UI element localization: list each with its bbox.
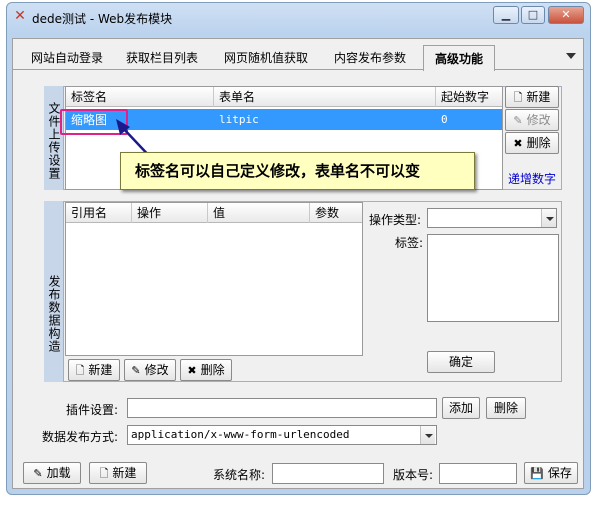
tab-random-value[interactable]: 网页随机值获取 <box>214 47 318 70</box>
save-button[interactable]: 💾 保存 <box>524 462 578 484</box>
cell-start-number[interactable]: 0 <box>436 110 502 130</box>
data-method-label: 数据发布方式: <box>42 430 119 444</box>
chevron-down-icon[interactable] <box>420 426 435 444</box>
edit-icon: ✎ <box>33 467 43 480</box>
publish-grid[interactable] <box>65 202 363 356</box>
plugin-delete-button[interactable]: 删除 <box>486 397 526 419</box>
version-input[interactable] <box>439 463 517 484</box>
op-type-label: 操作类型: <box>369 213 422 227</box>
publish-delete-label: 删除 <box>200 363 225 377</box>
col-ref-name[interactable]: 引用名 <box>66 203 132 223</box>
publish-edit-button[interactable]: ✎ 修改 <box>124 359 176 381</box>
publish-new-label: 新建 <box>88 363 113 377</box>
maximize-button[interactable]: □ <box>521 6 545 24</box>
footer-new-label: 新建 <box>112 466 137 480</box>
col-value[interactable]: 值 <box>208 203 310 223</box>
plugin-label: 插件设置: <box>66 403 119 417</box>
chevron-down-icon[interactable] <box>541 209 556 227</box>
tab-column-list[interactable]: 获取栏目列表 <box>118 47 206 70</box>
col-tag-name[interactable]: 标签名 <box>66 87 214 107</box>
system-name-input[interactable] <box>272 463 384 484</box>
save-label: 保存 <box>547 466 572 480</box>
footer-new-button[interactable]: 🗋 新建 <box>89 462 147 484</box>
callout-tooltip: 标签名可以自己定义修改，表单名不可以变 <box>120 152 475 190</box>
tab-content-params[interactable]: 内容发布参数 <box>324 47 416 70</box>
tag-label: 标签: <box>395 236 424 250</box>
minimize-button[interactable]: ▁ <box>493 6 519 24</box>
publish-new-button[interactable]: 🗋 新建 <box>68 359 120 381</box>
tab-auto-login[interactable]: 网站自动登录 <box>22 47 112 70</box>
new-file-icon: 🗋 <box>99 467 109 480</box>
col-start-number[interactable]: 起始数字 <box>436 87 502 107</box>
publish-data-label: 发布数据构造 <box>44 201 64 382</box>
load-label: 加载 <box>46 466 71 480</box>
data-method-value: application/x-www-form-urlencoded <box>131 428 350 441</box>
upload-settings-label: 文件上传设置 <box>44 86 64 190</box>
app-icon: ✕ <box>14 8 26 24</box>
version-label: 版本号: <box>393 468 434 482</box>
upload-edit-label: 修改 <box>526 113 551 127</box>
confirm-button[interactable]: 确定 <box>427 351 495 373</box>
col-form-name[interactable]: 表单名 <box>214 87 436 107</box>
new-file-icon: 🗋 <box>513 91 523 104</box>
publish-edit-label: 修改 <box>144 363 169 377</box>
data-method-select[interactable]: application/x-www-form-urlencoded <box>127 425 437 445</box>
col-params[interactable]: 参数 <box>310 203 362 223</box>
plugin-add-button[interactable]: 添加 <box>442 397 480 419</box>
delete-x-icon: ✖ <box>187 364 197 377</box>
save-disk-icon: 💾 <box>530 467 544 480</box>
system-name-label: 系统名称: <box>213 468 266 482</box>
window-title: dede测试 - Web发布模块 <box>32 12 173 26</box>
pencil-icon: ✎ <box>513 114 523 127</box>
increment-number-link[interactable]: 递增数字 <box>508 170 556 187</box>
tab-overflow-arrow-icon[interactable] <box>566 53 576 59</box>
publish-delete-button[interactable]: ✖ 删除 <box>180 359 232 381</box>
op-type-select[interactable] <box>427 208 557 228</box>
delete-x-icon: ✖ <box>513 137 523 150</box>
upload-new-button[interactable]: 🗋 新建 <box>505 86 559 108</box>
load-button[interactable]: ✎ 加载 <box>23 462 81 484</box>
pencil-icon: ✎ <box>131 364 141 377</box>
tab-advanced[interactable]: 高级功能 <box>423 45 495 71</box>
upload-delete-label: 删除 <box>526 136 551 150</box>
upload-new-label: 新建 <box>526 90 551 104</box>
new-file-icon: 🗋 <box>75 364 85 377</box>
upload-delete-button[interactable]: ✖ 删除 <box>505 132 559 154</box>
close-button[interactable]: ✕ <box>548 6 584 24</box>
cell-form-name[interactable]: litpic <box>214 110 436 130</box>
col-operation[interactable]: 操作 <box>132 203 208 223</box>
upload-edit-button[interactable]: ✎ 修改 <box>505 109 559 131</box>
tag-textarea[interactable] <box>427 234 559 322</box>
plugin-input[interactable] <box>127 398 437 418</box>
